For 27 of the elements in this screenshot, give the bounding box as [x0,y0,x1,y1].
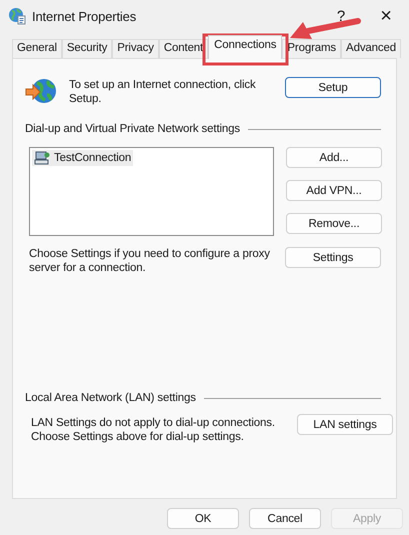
section-heading: Dial-up and Virtual Private Network settings [25,123,240,135]
section-heading: Local Area Network (LAN) settings [25,392,196,404]
tab[interactable]: Content [158,39,208,58]
proxy-description: Choose Settings if you need to configure a proxy server for a connection. [29,247,271,275]
lan-description: LAN Settings do not apply to dial-up connections. Choose Settings above for dial-up settings. [31,416,276,444]
setup-description: To set up an Internet connection, click Setup. [69,78,257,106]
tab[interactable]: Programs [282,39,342,58]
dialog-button[interactable]: Cancel [249,508,321,529]
globe-icon [8,7,26,25]
dialup-button[interactable]: Remove... [286,213,382,234]
lan-settings-button[interactable]: LAN settings [297,414,393,435]
tab[interactable]: Security [62,39,112,58]
connection-item[interactable]: TestConnection [32,150,134,166]
tab[interactable]: General [12,39,62,58]
computer-icon [34,151,50,165]
dialog-button[interactable]: OK [167,508,239,529]
tab[interactable]: Advanced [341,39,401,58]
dialup-button[interactable]: Add... [286,147,382,168]
setup-button[interactable]: Setup [285,77,381,98]
window-title: Internet Properties [32,8,138,24]
connections-list[interactable]: TestConnection [29,147,274,236]
dialup-button[interactable]: Add VPN... [286,180,382,201]
close-button[interactable]: × [363,4,409,28]
tab[interactable]: Privacy [112,39,159,58]
help-button[interactable]: ? [325,8,357,24]
tab[interactable]: Connections [208,35,282,59]
settings-button[interactable]: Settings [285,247,381,268]
